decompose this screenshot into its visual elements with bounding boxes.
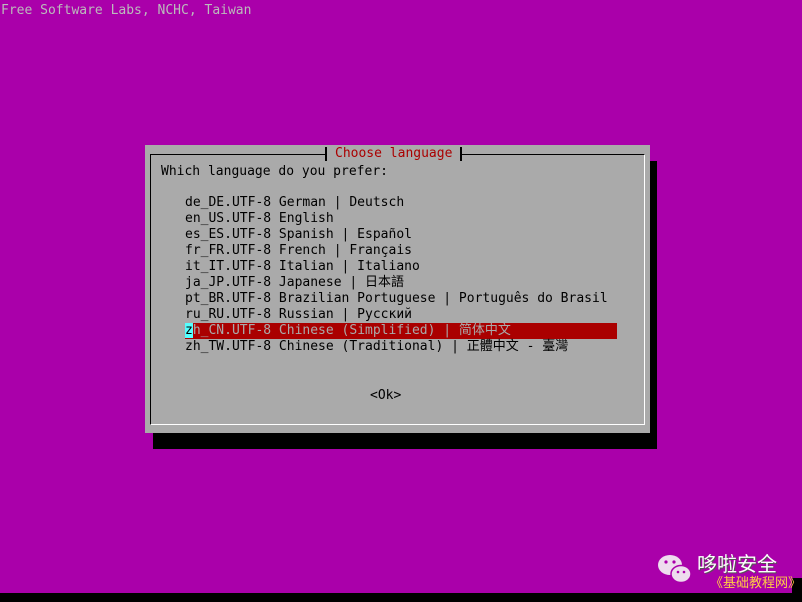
list-item[interactable]: zh_TW.UTF-8 Chinese (Traditional) | 正體中文…	[185, 339, 617, 355]
dialog-prompt: Which language do you prefer:	[161, 164, 388, 179]
language-dialog: Choose language Which language do you pr…	[145, 145, 650, 433]
cursor: z	[185, 323, 193, 338]
list-item[interactable]: ja_JP.UTF-8 Japanese | 日本語	[185, 275, 617, 291]
list-item[interactable]: ru_RU.UTF-8 Russian | Русский	[185, 307, 617, 323]
list-item-selected[interactable]: zh_CN.UTF-8 Chinese (Simplified) | 简体中文	[185, 323, 617, 339]
selected-label: h_CN.UTF-8 Chinese (Simplified) | 简体中文	[192, 323, 511, 338]
list-item[interactable]: de_DE.UTF-8 German | Deutsch	[185, 195, 617, 211]
ok-button[interactable]: <Ok>	[370, 388, 401, 404]
wechat-icon	[658, 555, 692, 584]
language-list[interactable]: de_DE.UTF-8 German | Deutsch en_US.UTF-8…	[185, 195, 617, 355]
dialog-title: Choose language	[325, 147, 463, 161]
list-item[interactable]: it_IT.UTF-8 Italian | Italiano	[185, 259, 617, 275]
list-item[interactable]: pt_BR.UTF-8 Brazilian Portuguese | Portu…	[185, 291, 617, 307]
list-item[interactable]: fr_FR.UTF-8 French | Français	[185, 243, 617, 259]
watermark-name: 哆啦安全	[697, 552, 777, 576]
list-item[interactable]: en_US.UTF-8 English	[185, 211, 617, 227]
bottom-bar	[0, 593, 802, 602]
watermark-subtitle: 《基础教程网》	[710, 576, 802, 591]
banner-text: Free Software Labs, NCHC, Taiwan	[1, 3, 252, 18]
list-item[interactable]: es_ES.UTF-8 Spanish | Español	[185, 227, 617, 243]
